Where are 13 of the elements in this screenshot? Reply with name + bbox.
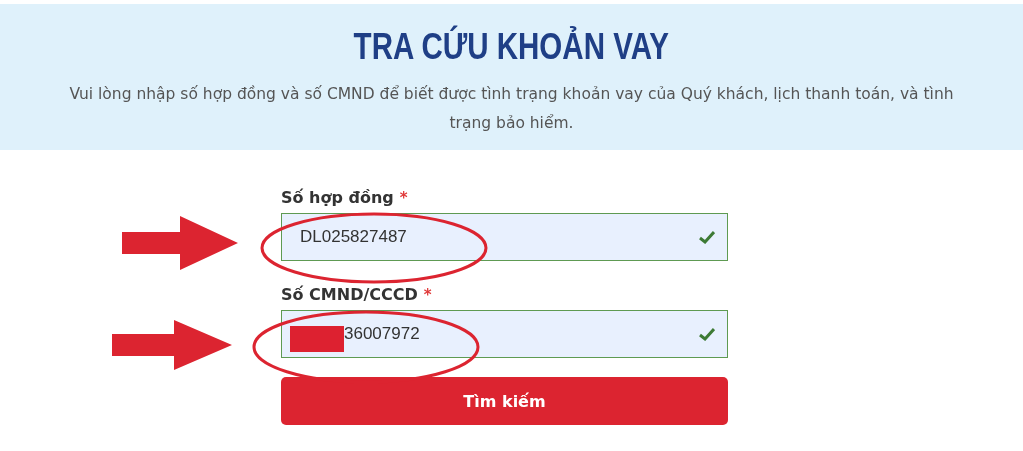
page-title: TRA CỨU KHOẢN VAY — [353, 26, 670, 68]
required-mark: * — [399, 189, 408, 207]
search-button[interactable]: Tìm kiếm — [281, 377, 728, 425]
check-icon — [699, 230, 715, 244]
field-value: 36007972 — [344, 324, 421, 344]
input-field[interactable]: DL025827487 — [281, 213, 728, 261]
check-icon — [699, 327, 715, 341]
description-text: Vui lòng nhập số hợp đồng và số CMND để biết được tình trạng khoản vay của Quý khách, lịch thanh toán, và tình trạng bảo hiểm. — [68, 84, 955, 134]
required-mark: * — [423, 286, 432, 304]
input-field[interactable]: 36007972 — [281, 310, 728, 358]
field-label: Số hợp đồng — [281, 188, 394, 207]
field-value: DL025827487 — [300, 227, 408, 247]
field-label: Số CMND/CCCD — [281, 285, 418, 304]
